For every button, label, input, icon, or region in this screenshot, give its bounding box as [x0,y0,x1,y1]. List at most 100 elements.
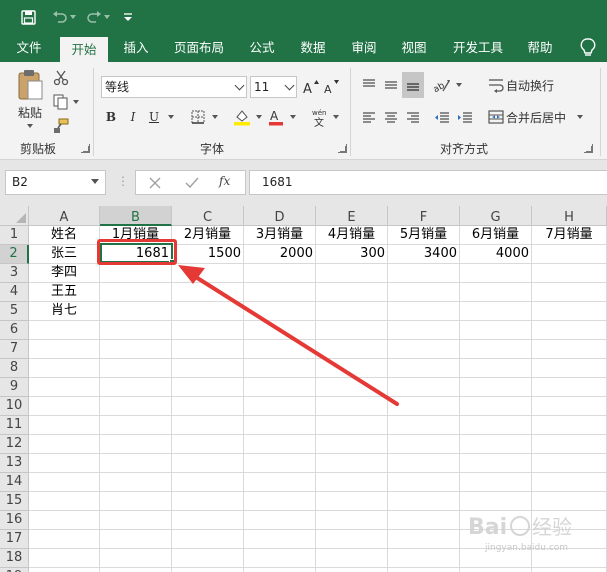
select-all-button[interactable] [0,206,29,226]
cell-e2[interactable]: 300 [316,245,388,264]
cell-c12[interactable] [172,435,244,454]
row-header-4[interactable]: 4 [0,283,29,302]
cell-e9[interactable] [316,378,388,397]
cancel-entry-icon[interactable] [145,174,165,192]
format-painter-icon[interactable] [51,116,71,136]
cell-b3[interactable] [100,264,172,283]
cell-c16[interactable] [172,511,244,530]
undo-icon[interactable] [50,7,70,27]
row-header-15[interactable]: 15 [0,492,29,511]
bold-button[interactable]: B [102,107,120,127]
cell-f14[interactable] [388,473,460,492]
cell-c7[interactable] [172,340,244,359]
cell-a18[interactable] [29,549,100,568]
cell-f1[interactable]: 5月销量 [388,226,460,245]
column-header-f[interactable]: F [388,206,460,226]
tab-developer[interactable]: 开发工具 [445,34,511,62]
cell-g10[interactable] [460,397,532,416]
cell-e13[interactable] [316,454,388,473]
fill-color-icon[interactable] [231,106,253,128]
column-header-g[interactable]: G [460,206,532,226]
cell-f6[interactable] [388,321,460,340]
cell-a5[interactable]: 肖七 [29,302,100,321]
cell-e12[interactable] [316,435,388,454]
increase-indent-icon[interactable] [455,107,475,129]
cell-e1[interactable]: 4月销量 [316,226,388,245]
cell-d7[interactable] [244,340,316,359]
cell-g2[interactable]: 4000 [460,245,532,264]
cell-e7[interactable] [316,340,388,359]
cell-b19[interactable] [100,568,172,572]
cell-h14[interactable] [532,473,607,492]
cell-f11[interactable] [388,416,460,435]
paste-icon[interactable] [14,68,46,102]
cell-d14[interactable] [244,473,316,492]
cell-b10[interactable] [100,397,172,416]
cell-h1[interactable]: 7月销量 [532,226,607,245]
tab-formulas[interactable]: 公式 [239,34,285,62]
cell-c13[interactable] [172,454,244,473]
cell-b7[interactable] [100,340,172,359]
decrease-font-size-icon[interactable]: A [322,76,342,98]
cell-f3[interactable] [388,264,460,283]
row-header-19[interactable]: 19 [0,568,29,572]
cell-a16[interactable] [29,511,100,530]
borders-dropdown-icon[interactable] [212,115,218,119]
tab-review[interactable]: 审阅 [341,34,387,62]
cell-f7[interactable] [388,340,460,359]
cell-a17[interactable] [29,530,100,549]
tab-data[interactable]: 数据 [290,34,336,62]
cell-a7[interactable] [29,340,100,359]
alignment-dialog-launcher-icon[interactable] [584,144,593,153]
cell-b17[interactable] [100,530,172,549]
cell-f13[interactable] [388,454,460,473]
cell-f4[interactable] [388,283,460,302]
cell-f17[interactable] [388,530,460,549]
cell-e17[interactable] [316,530,388,549]
cell-c3[interactable] [172,264,244,283]
row-header-14[interactable]: 14 [0,473,29,492]
cell-b12[interactable] [100,435,172,454]
cell-e18[interactable] [316,549,388,568]
cell-d4[interactable] [244,283,316,302]
cell-g12[interactable] [460,435,532,454]
cell-g9[interactable] [460,378,532,397]
cell-a4[interactable]: 王五 [29,283,100,302]
column-header-h[interactable]: H [532,206,607,226]
increase-font-size-icon[interactable]: A [301,76,321,98]
cell-e14[interactable] [316,473,388,492]
cell-d16[interactable] [244,511,316,530]
insert-function-icon[interactable]: fx [219,174,230,188]
cell-f8[interactable] [388,359,460,378]
cell-g3[interactable] [460,264,532,283]
cell-f9[interactable] [388,378,460,397]
cell-b14[interactable] [100,473,172,492]
cell-b9[interactable] [100,378,172,397]
align-center-icon[interactable] [381,107,401,129]
cell-g6[interactable] [460,321,532,340]
cell-h8[interactable] [532,359,607,378]
cell-c10[interactable] [172,397,244,416]
cell-a6[interactable] [29,321,100,340]
cell-a10[interactable] [29,397,100,416]
cell-b13[interactable] [100,454,172,473]
cell-h11[interactable] [532,416,607,435]
row-header-6[interactable]: 6 [0,321,29,340]
cell-e15[interactable] [316,492,388,511]
row-header-7[interactable]: 7 [0,340,29,359]
cell-c9[interactable] [172,378,244,397]
column-header-d[interactable]: D [244,206,316,226]
row-header-12[interactable]: 12 [0,435,29,454]
orientation-dropdown-icon[interactable] [456,83,462,87]
cell-h2[interactable] [532,245,607,264]
row-header-3[interactable]: 3 [0,264,29,283]
merge-center-label[interactable]: 合并后居中 [506,107,572,127]
cut-icon[interactable] [51,68,71,88]
cell-h3[interactable] [532,264,607,283]
cell-b15[interactable] [100,492,172,511]
column-header-a[interactable]: A [29,206,100,226]
row-header-17[interactable]: 17 [0,530,29,549]
cell-a9[interactable] [29,378,100,397]
merge-center-dropdown-icon[interactable] [577,115,583,119]
cell-d1[interactable]: 3月销量 [244,226,316,245]
